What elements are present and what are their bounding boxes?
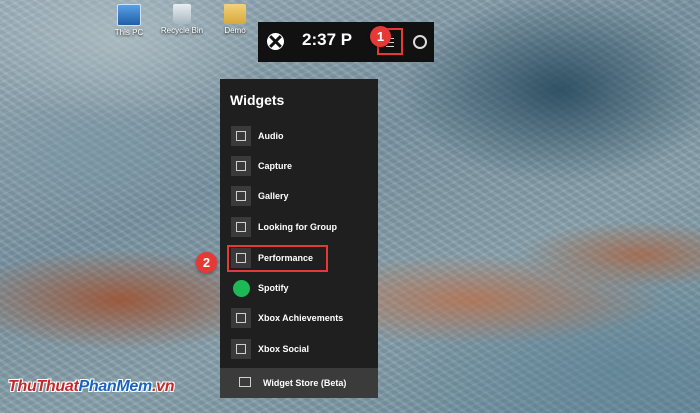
performance-icon xyxy=(231,248,251,268)
step-badge-2: 2 xyxy=(196,252,217,273)
store-icon xyxy=(239,377,251,387)
desktop-icon-this-pc[interactable]: This PC xyxy=(101,4,157,37)
gear-icon[interactable] xyxy=(413,35,427,49)
widget-item-label: Audio xyxy=(258,131,284,141)
watermark-part: PhanMem xyxy=(78,378,152,395)
widget-item-xbox-social[interactable]: Xbox Social xyxy=(228,337,374,363)
widget-item-label: Xbox Achievements xyxy=(258,313,344,323)
people-icon xyxy=(231,339,251,359)
watermark-part: ThuThuat xyxy=(8,378,79,395)
widget-item-performance[interactable]: Performance xyxy=(227,245,328,272)
xbox-logo-icon[interactable] xyxy=(267,33,284,50)
widgets-menu: Widgets Audio Capture Gallery Looking fo… xyxy=(220,79,378,398)
widgets-menu-title: Widgets xyxy=(230,92,285,108)
widget-item-looking-for-group[interactable]: Looking for Group xyxy=(228,215,374,241)
game-bar-clock: 2:37 P xyxy=(302,30,353,49)
widget-item-label: Performance xyxy=(258,253,314,263)
widget-item-label: Looking for Group xyxy=(258,222,337,232)
desktop-icon-demo[interactable]: Demo xyxy=(207,4,263,35)
widget-item-capture[interactable]: Capture xyxy=(228,154,374,180)
speaker-icon xyxy=(231,126,251,146)
gallery-icon xyxy=(231,186,251,206)
folder-icon xyxy=(224,4,246,24)
binoculars-icon xyxy=(231,217,251,237)
trophy-icon xyxy=(231,308,251,328)
widget-item-label: Spotify xyxy=(258,283,289,293)
step-badge-1: 1 xyxy=(370,26,391,47)
watermark-logo: ThuThuatPhanMem.vn xyxy=(8,378,174,396)
game-bar-top: 2:37 P xyxy=(258,22,434,62)
desktop-icon-label: Demo xyxy=(224,26,246,35)
widget-item-label: Xbox Social xyxy=(258,344,310,354)
desktop-icon-label: Recycle Bin xyxy=(160,26,204,35)
widget-item-xbox-achievements[interactable]: Xbox Achievements xyxy=(228,306,374,332)
recycle-bin-icon xyxy=(173,4,191,24)
spotify-icon xyxy=(233,280,250,297)
computer-icon xyxy=(117,4,141,26)
desktop-icon-recycle-bin[interactable]: Recycle Bin xyxy=(154,4,210,35)
widget-item-spotify[interactable]: Spotify xyxy=(228,276,374,302)
widget-store-button[interactable]: Widget Store (Beta) xyxy=(220,368,378,398)
desktop-icon-label: This PC xyxy=(114,28,144,37)
capture-icon xyxy=(231,156,251,176)
widget-item-label: Capture xyxy=(258,161,293,171)
widget-item-gallery[interactable]: Gallery xyxy=(228,184,374,210)
widget-item-label: Gallery xyxy=(258,191,289,201)
widget-store-label: Widget Store (Beta) xyxy=(263,378,347,388)
watermark-part: .vn xyxy=(151,378,175,395)
widget-item-audio[interactable]: Audio xyxy=(228,124,374,150)
